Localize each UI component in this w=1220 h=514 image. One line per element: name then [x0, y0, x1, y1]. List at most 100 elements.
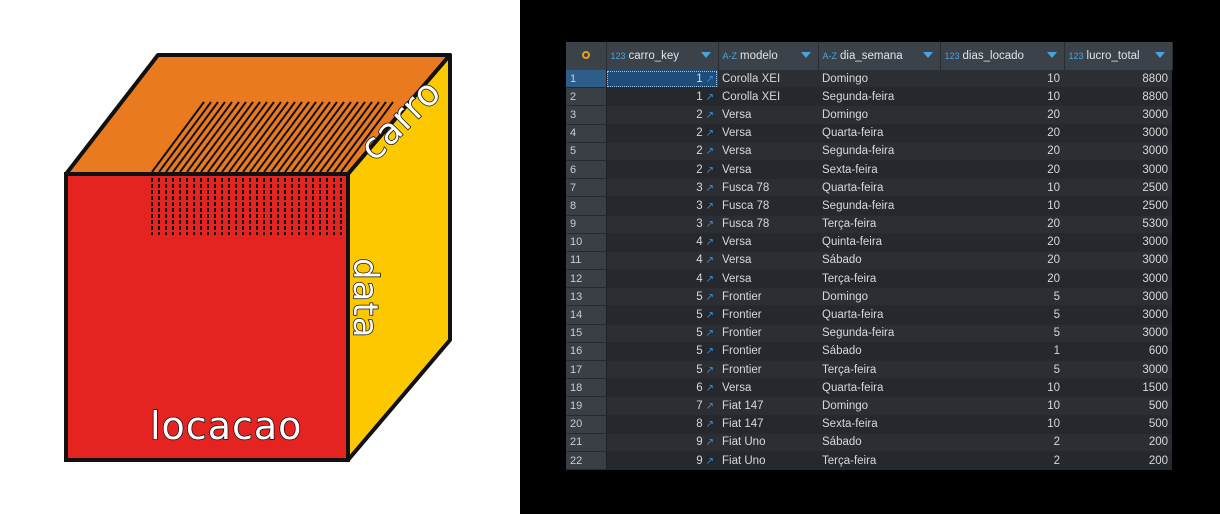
- cell-modelo[interactable]: Versa: [718, 124, 818, 143]
- cell-dia_semana[interactable]: Quarta-feira: [818, 124, 940, 143]
- open-reference-icon[interactable]: ↗: [706, 183, 714, 194]
- cell-carro_key[interactable]: 2 ↗: [606, 142, 718, 161]
- cell-dias_locado[interactable]: 10: [940, 70, 1064, 89]
- sort-arrow-icon[interactable]: [800, 52, 811, 58]
- cell-dias_locado[interactable]: 10: [940, 178, 1064, 198]
- cell-dia_semana[interactable]: Segunda-feira: [818, 142, 940, 161]
- cell-carro_key[interactable]: 1 ↗: [606, 87, 718, 107]
- row-number[interactable]: 4: [566, 124, 607, 143]
- cell-modelo[interactable]: Frontier: [718, 305, 818, 325]
- open-reference-icon[interactable]: ↗: [706, 346, 714, 357]
- cell-carro_key[interactable]: 5 ↗: [606, 287, 718, 307]
- cell-dia_semana[interactable]: Quarta-feira: [818, 305, 940, 325]
- cell-carro_key[interactable]: 4 ↗: [606, 269, 718, 289]
- row-number[interactable]: 16: [566, 342, 607, 362]
- cell-dias_locado[interactable]: 10: [940, 378, 1064, 398]
- cell-dias_locado[interactable]: 10: [940, 87, 1064, 107]
- cell-modelo[interactable]: Versa: [718, 251, 818, 271]
- cell-carro_key[interactable]: 5 ↗: [606, 324, 718, 343]
- cell-dia_semana[interactable]: Quarta-feira: [818, 378, 940, 398]
- cell-dia_semana[interactable]: Domingo: [818, 287, 940, 307]
- cell-lucro_total[interactable]: 3000: [1064, 105, 1172, 125]
- cell-lucro_total[interactable]: 3000: [1064, 269, 1172, 289]
- cell-modelo[interactable]: Frontier: [718, 360, 818, 380]
- table-row[interactable]: 10 4 ↗ Versa Quinta-feira 20 3000: [566, 233, 1172, 252]
- open-reference-icon[interactable]: ↗: [706, 401, 714, 412]
- cell-dia_semana[interactable]: Sábado: [818, 251, 940, 271]
- row-number[interactable]: 3: [566, 105, 607, 125]
- cell-modelo[interactable]: Frontier: [718, 342, 818, 362]
- table-row[interactable]: 3 2 ↗ Versa Domingo 20 3000: [566, 105, 1172, 125]
- row-number[interactable]: 21: [566, 433, 607, 452]
- cell-dias_locado[interactable]: 20: [940, 142, 1064, 161]
- column-header-lucro_total[interactable]: 123 lucro_total: [1064, 42, 1173, 70]
- cell-dia_semana[interactable]: Terça-feira: [818, 451, 940, 471]
- open-reference-icon[interactable]: ↗: [706, 328, 714, 339]
- cell-lucro_total[interactable]: 3000: [1064, 124, 1172, 143]
- cell-modelo[interactable]: Versa: [718, 269, 818, 289]
- cell-carro_key[interactable]: 4 ↗: [606, 233, 718, 252]
- cell-lucro_total[interactable]: 8800: [1064, 87, 1172, 107]
- row-number[interactable]: 18: [566, 378, 607, 398]
- table-row[interactable]: 20 8 ↗ Fiat 147 Sexta-feira 10 500: [566, 415, 1172, 434]
- cell-modelo[interactable]: Frontier: [718, 287, 818, 307]
- open-reference-icon[interactable]: ↗: [706, 74, 714, 85]
- row-number[interactable]: 20: [566, 415, 607, 434]
- cell-modelo[interactable]: Fiat 147: [718, 415, 818, 434]
- row-number[interactable]: 8: [566, 196, 607, 216]
- open-reference-icon[interactable]: ↗: [706, 219, 714, 230]
- cell-lucro_total[interactable]: 200: [1064, 451, 1172, 471]
- cell-lucro_total[interactable]: 3000: [1064, 305, 1172, 325]
- cell-modelo[interactable]: Versa: [718, 105, 818, 125]
- cell-lucro_total[interactable]: 1500: [1064, 378, 1172, 398]
- cell-dias_locado[interactable]: 5: [940, 324, 1064, 343]
- cell-dias_locado[interactable]: 10: [940, 396, 1064, 416]
- open-reference-icon[interactable]: ↗: [706, 165, 714, 176]
- cell-carro_key[interactable]: 3 ↗: [606, 178, 718, 198]
- table-row[interactable]: 9 3 ↗ Fusca 78 Terça-feira 20 5300: [566, 215, 1172, 234]
- sort-arrow-icon[interactable]: [922, 52, 933, 58]
- cell-lucro_total[interactable]: 3000: [1064, 360, 1172, 380]
- open-reference-icon[interactable]: ↗: [706, 419, 714, 430]
- cell-lucro_total[interactable]: 3000: [1064, 160, 1172, 180]
- table-row[interactable]: 8 3 ↗ Fusca 78 Segunda-feira 10 2500: [566, 196, 1172, 216]
- table-row[interactable]: 21 9 ↗ Fiat Uno Sábado 2 200: [566, 433, 1172, 452]
- table-row[interactable]: 7 3 ↗ Fusca 78 Quarta-feira 10 2500: [566, 178, 1172, 198]
- table-row[interactable]: 1 1 ↗ Corolla XEI Domingo 10 8800: [566, 70, 1172, 89]
- cell-modelo[interactable]: Fiat Uno: [718, 433, 818, 452]
- cell-dia_semana[interactable]: Sexta-feira: [818, 415, 940, 434]
- cell-lucro_total[interactable]: 3000: [1064, 142, 1172, 161]
- cell-dias_locado[interactable]: 5: [940, 287, 1064, 307]
- cell-carro_key[interactable]: 9 ↗: [606, 433, 718, 452]
- row-number[interactable]: 12: [566, 269, 607, 289]
- open-reference-icon[interactable]: ↗: [706, 201, 714, 212]
- cell-dia_semana[interactable]: Quinta-feira: [818, 233, 940, 252]
- cell-dia_semana[interactable]: Segunda-feira: [818, 196, 940, 216]
- sort-arrow-icon[interactable]: [700, 52, 711, 58]
- table-row[interactable]: 15 5 ↗ Frontier Segunda-feira 5 3000: [566, 324, 1172, 343]
- cell-carro_key[interactable]: 3 ↗: [606, 215, 718, 234]
- row-number[interactable]: 15: [566, 324, 607, 343]
- cell-dia_semana[interactable]: Terça-feira: [818, 215, 940, 234]
- cell-dias_locado[interactable]: 20: [940, 233, 1064, 252]
- table-row[interactable]: 22 9 ↗ Fiat Uno Terça-feira 2 200: [566, 451, 1172, 471]
- cell-carro_key[interactable]: 2 ↗: [606, 160, 718, 180]
- cell-carro_key[interactable]: 3 ↗: [606, 196, 718, 216]
- open-reference-icon[interactable]: ↗: [706, 92, 714, 103]
- cell-modelo[interactable]: Corolla XEI: [718, 70, 818, 89]
- cell-dia_semana[interactable]: Terça-feira: [818, 269, 940, 289]
- sort-arrow-icon[interactable]: [1154, 52, 1165, 58]
- cell-dia_semana[interactable]: Domingo: [818, 70, 940, 89]
- row-number[interactable]: 17: [566, 360, 607, 380]
- cell-carro_key[interactable]: 2 ↗: [606, 105, 718, 125]
- column-header-dias_locado[interactable]: 123 dias_locado: [940, 42, 1065, 70]
- cell-carro_key[interactable]: 2 ↗: [606, 124, 718, 143]
- cell-lucro_total[interactable]: 2500: [1064, 196, 1172, 216]
- cell-carro_key[interactable]: 4 ↗: [606, 251, 718, 271]
- cell-lucro_total[interactable]: 2500: [1064, 178, 1172, 198]
- table-row[interactable]: 6 2 ↗ Versa Sexta-feira 20 3000: [566, 160, 1172, 180]
- sort-arrow-icon[interactable]: [1046, 52, 1057, 58]
- cell-modelo[interactable]: Fiat 147: [718, 396, 818, 416]
- open-reference-icon[interactable]: ↗: [706, 146, 714, 157]
- open-reference-icon[interactable]: ↗: [706, 310, 714, 321]
